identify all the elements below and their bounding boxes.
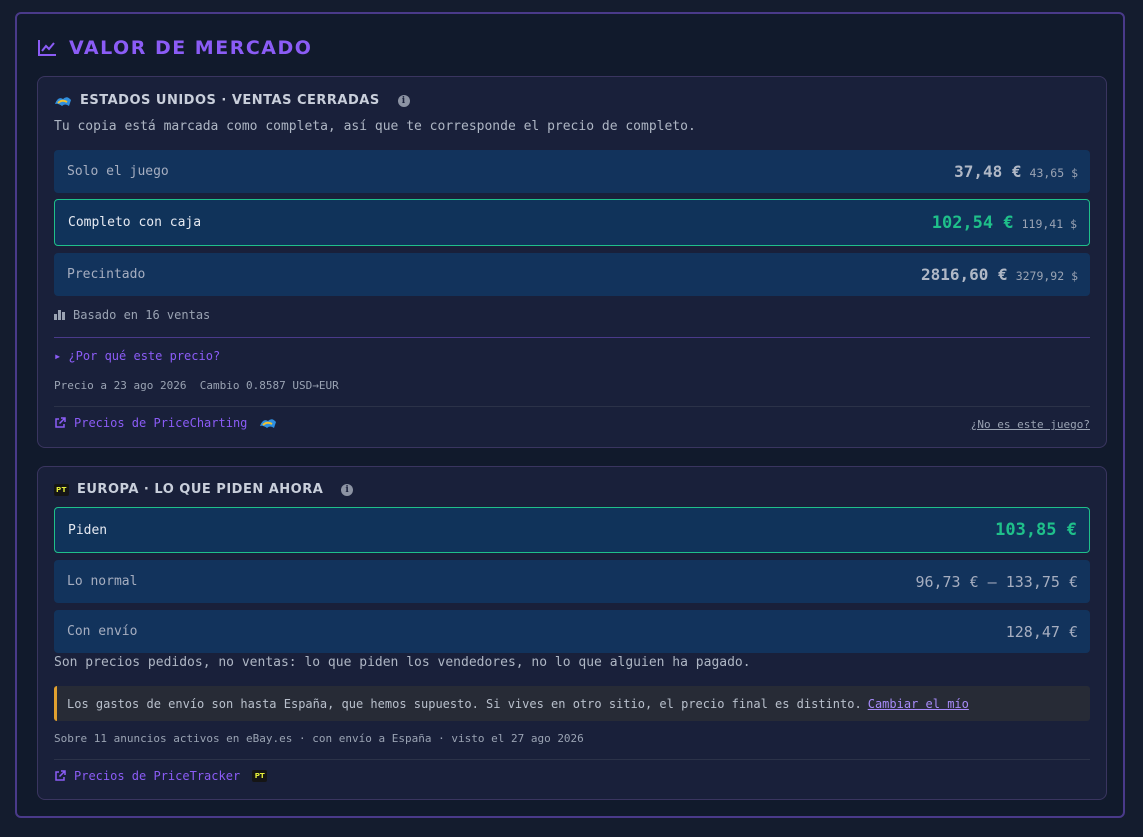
price-usd: 3279,92 $ <box>1015 269 1078 283</box>
row-label: Solo el juego <box>67 164 169 179</box>
external-link-icon <box>55 417 66 428</box>
price-eur: 102,54 € <box>931 212 1014 233</box>
divider <box>54 406 1090 407</box>
normal-range: 96,73 € – 133,75 € <box>915 572 1078 591</box>
asking-price: 103,85 € <box>995 520 1077 540</box>
pricetracker-link-text: Precios de PriceTracker <box>74 769 241 783</box>
bar-chart-icon <box>54 310 65 320</box>
why-this-price-toggle[interactable]: ▸ ¿Por qué este precio? <box>54 349 220 363</box>
pricecharting-logo <box>55 96 71 106</box>
us-description: Tu copia está marcada como completa, así… <box>54 119 696 134</box>
eu-header-text: EUROPA · LO QUE PIDEN AHORA <box>77 482 324 497</box>
price-meta: Precio a 23 ago 2026 Cambio 0.8587 USD→E… <box>54 379 339 392</box>
price-eur: 37,48 € <box>954 162 1022 181</box>
info-icon[interactable]: i <box>397 94 410 107</box>
row-label: Piden <box>68 522 108 538</box>
us-header-text: ESTADOS UNIDOS · VENTAS CERRADAS <box>80 93 380 108</box>
price-usd: 43,65 $ <box>1029 166 1078 180</box>
asking-note: Son precios pedidos, no ventas: lo que p… <box>54 655 751 670</box>
not-this-game-link[interactable]: ¿No es este juego? <box>971 418 1090 431</box>
price-row-complete: Completo con caja 102,54 € 119,41 $ <box>54 199 1090 246</box>
chart-line-icon <box>38 40 56 56</box>
row-label: Con envío <box>67 624 138 639</box>
listing-meta: Sobre 11 anuncios activos en eBay.es · c… <box>54 732 584 745</box>
row-label: Lo normal <box>67 574 138 589</box>
panel-title-text: VALOR DE MERCADO <box>69 37 313 59</box>
price-row-sealed: Precintado 2816,60 € 3279,92 $ <box>54 253 1090 296</box>
external-link-icon <box>55 770 66 781</box>
asking-row-price: Piden 103,85 € <box>54 507 1090 553</box>
pricetracker-logo: PT <box>252 770 268 782</box>
pricecharting-link[interactable]: Precios de PriceCharting <box>54 416 277 430</box>
notice-text: Los gastos de envío son hasta España, qu… <box>67 696 862 711</box>
info-icon[interactable]: i <box>341 483 354 496</box>
us-card-header: ESTADOS UNIDOS · VENTAS CERRADAS i <box>54 93 410 108</box>
divider <box>54 337 1090 338</box>
pricecharting-link-text: Precios de PriceCharting <box>74 416 248 430</box>
eu-card-header: PT EUROPA · LO QUE PIDEN AHORA i <box>54 482 354 497</box>
with-shipping-price: 128,47 € <box>1005 622 1078 641</box>
pricecharting-logo <box>260 419 277 428</box>
row-label: Precintado <box>67 267 146 282</box>
panel-title: VALOR DE MERCADO <box>37 36 312 60</box>
shipping-notice: Los gastos de envío son hasta España, qu… <box>54 686 1090 721</box>
eu-asking-card: PT EUROPA · LO QUE PIDEN AHORA i Piden 1… <box>37 466 1107 800</box>
price-eur: 2816,60 € <box>920 265 1008 284</box>
based-on-text: Basado en 16 ventas <box>73 308 211 322</box>
asking-row-shipping: Con envío 128,47 € <box>54 610 1090 653</box>
divider <box>54 759 1090 760</box>
based-on-sales: Basado en 16 ventas <box>54 308 210 322</box>
us-sold-card: ESTADOS UNIDOS · VENTAS CERRADAS i Tu co… <box>37 76 1107 448</box>
exchange-rate: Cambio 0.8587 USD→EUR <box>199 379 339 392</box>
pricetracker-link[interactable]: Precios de PriceTracker PT <box>54 769 268 783</box>
price-row-loose: Solo el juego 37,48 € 43,65 $ <box>54 150 1090 193</box>
price-usd: 119,41 $ <box>1021 216 1077 231</box>
row-label: Completo con caja <box>68 215 202 230</box>
price-date: Precio a 23 ago 2026 <box>54 379 187 392</box>
change-country-link[interactable]: Cambiar el mío <box>868 697 969 711</box>
market-value-panel: VALOR DE MERCADO ESTADOS UNIDOS · VENTAS… <box>15 12 1125 818</box>
pricetracker-logo: PT <box>54 483 69 496</box>
asking-row-range: Lo normal 96,73 € – 133,75 € <box>54 560 1090 603</box>
